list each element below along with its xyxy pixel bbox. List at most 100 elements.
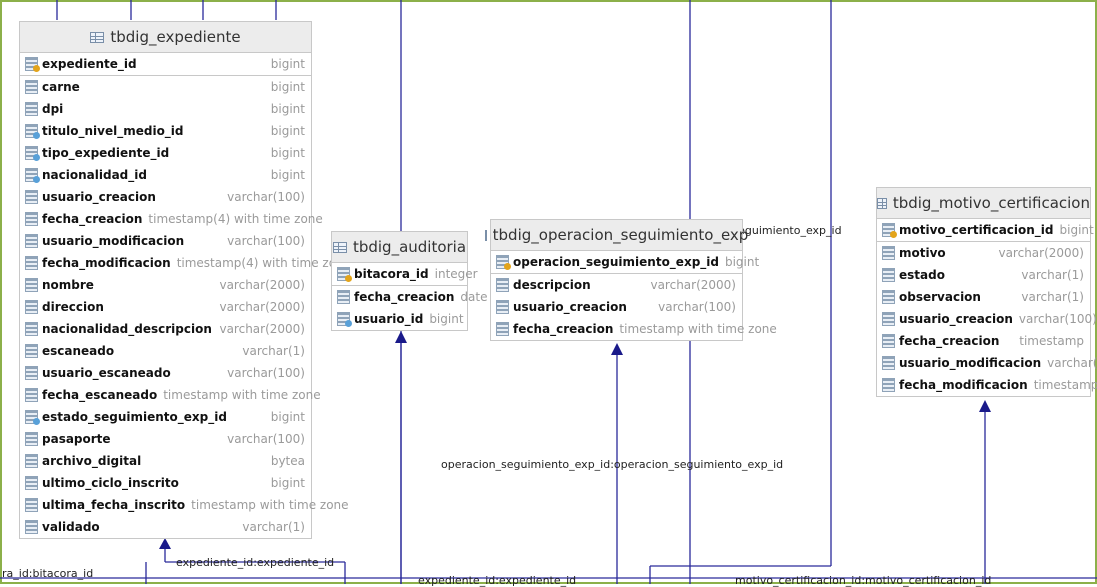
table-operacion-seguimiento[interactable]: tbdig_operacion_seguimiento_exp operacio…: [484, 219, 777, 341]
column-name: pasaporte: [42, 432, 111, 446]
column-name: usuario_creacion: [899, 312, 1013, 326]
table-column-row[interactable]: carne bigint: [20, 76, 311, 98]
table-column-row[interactable]: fecha_creacion date: [332, 286, 487, 308]
table-column-row[interactable]: validado varchar(1): [20, 516, 311, 538]
column-type: varchar(1): [1021, 268, 1084, 282]
column-type: date: [460, 290, 488, 304]
column-name: usuario_modificacion: [42, 234, 185, 248]
arrowhead: [611, 343, 623, 355]
table-column-row[interactable]: nombre varchar(2000): [20, 274, 311, 296]
table-column-row[interactable]: usuario_modificacion varchar(100): [20, 230, 311, 252]
column-name: fecha_escaneado: [42, 388, 158, 402]
diagram-canvas: estado_seguimiento_exp_id:estado_seguimi…: [0, 0, 1097, 587]
column-type: varchar(2000): [998, 246, 1084, 260]
table-expediente[interactable]: tbdig_expediente expediente_id bigint carn…: [19, 21, 351, 539]
column-type: bigint: [270, 80, 305, 94]
column-icon: [882, 268, 895, 282]
column-name: estado_seguimiento_exp_id: [42, 410, 227, 424]
table-column-row[interactable]: usuario_creacion varchar(100): [20, 186, 311, 208]
column-type: varchar(2000): [219, 278, 305, 292]
column-icon: [882, 312, 895, 326]
column-type: bigint: [270, 146, 305, 160]
column-name: validado: [42, 520, 100, 534]
table-column-row[interactable]: fecha_modificacion timestamp: [877, 374, 1097, 396]
table-column-row[interactable]: escaneado varchar(1): [20, 340, 311, 362]
column-type: varchar(100): [1018, 312, 1097, 326]
table-column-row[interactable]: archivo_digital bytea: [20, 450, 311, 472]
column-name: fecha_modificacion: [899, 378, 1028, 392]
foreign-key-icon: [25, 124, 40, 139]
relation-label: expediente_id:expediente_id: [176, 556, 335, 569]
table-column-row[interactable]: direccion varchar(2000): [20, 296, 311, 318]
column-icon: [337, 290, 350, 304]
foreign-key-icon: [25, 410, 40, 425]
table-header[interactable]: tbdig_auditoria: [332, 232, 467, 263]
table-column-row[interactable]: ultima_fecha_inscrito timestamp with time…: [20, 494, 349, 516]
column-name: usuario_creacion: [513, 300, 627, 314]
table-column-row[interactable]: usuario_escaneado varchar(100): [20, 362, 311, 384]
table-column-row[interactable]: motivo_certificacion_id bigint: [877, 219, 1094, 242]
table-column-row[interactable]: fecha_creacion timestamp with time zone: [491, 318, 777, 340]
column-type: bigint: [270, 410, 305, 424]
column-icon: [496, 300, 509, 314]
table-column-row[interactable]: expediente_id bigint: [20, 53, 311, 76]
table-icon: [877, 197, 887, 209]
column-type: bigint: [270, 168, 305, 182]
column-name: archivo_digital: [42, 454, 142, 468]
column-type: bigint: [1059, 223, 1094, 237]
table-motivo-certificacion[interactable]: tbdig_motivo_certificacion motivo_certif…: [876, 187, 1097, 397]
column-icon: [882, 378, 895, 392]
column-name: escaneado: [42, 344, 115, 358]
column-type: timestamp with time zone: [191, 498, 349, 512]
column-list: expediente_id bigint carne bigint dpi bigint t…: [20, 53, 351, 538]
relation-label: motivo_certificacion_id:motivo_certifica…: [735, 574, 992, 587]
table-column-row[interactable]: descripcion varchar(2000): [491, 274, 742, 296]
table-column-row[interactable]: ultimo_ciclo_inscrito bigint: [20, 472, 311, 494]
table-column-row[interactable]: fecha_creacion timestamp: [877, 330, 1090, 352]
table-column-row[interactable]: estado_seguimiento_exp_id bigint: [20, 406, 311, 428]
table-column-row[interactable]: nacionalidad_descripcion varchar(2000): [20, 318, 311, 340]
table-column-row[interactable]: tipo_expediente_id bigint: [20, 142, 311, 164]
table-header[interactable]: tbdig_motivo_certificacion: [877, 188, 1090, 219]
column-name: observacion: [899, 290, 981, 304]
column-icon: [496, 322, 509, 336]
column-name: nacionalidad_descripcion: [42, 322, 212, 336]
column-type: timestamp: [1019, 334, 1084, 348]
column-name: fecha_creacion: [354, 290, 455, 304]
table-column-row[interactable]: fecha_modificacion timestamp(4) with time…: [20, 252, 351, 274]
table-column-row[interactable]: observacion varchar(1): [877, 286, 1090, 308]
table-column-row[interactable]: estado varchar(1): [877, 264, 1090, 286]
column-type: bigint: [270, 124, 305, 138]
table-column-row[interactable]: usuario_creacion varchar(100): [877, 308, 1097, 330]
column-name: usuario_creacion: [42, 190, 156, 204]
column-name: nombre: [42, 278, 94, 292]
column-icon: [496, 278, 509, 292]
column-icon: [25, 344, 38, 358]
table-header[interactable]: tbdig_expediente: [20, 22, 311, 53]
table-column-row[interactable]: motivo varchar(2000): [877, 242, 1090, 264]
table-column-row[interactable]: usuario_modificacion varchar(100): [877, 352, 1097, 374]
table-column-row[interactable]: fecha_escaneado timestamp with time zone: [20, 384, 321, 406]
table-column-row[interactable]: pasaporte varchar(100): [20, 428, 311, 450]
table-column-row[interactable]: titulo_nivel_medio_id bigint: [20, 120, 311, 142]
column-type: varchar(100): [227, 234, 305, 248]
table-column-row[interactable]: usuario_id bigint: [332, 308, 467, 330]
table-column-row[interactable]: nacionalidad_id bigint: [20, 164, 311, 186]
table-auditoria[interactable]: tbdig_auditoria bitacora_id integer fecha_…: [331, 231, 487, 331]
table-column-row[interactable]: dpi bigint: [20, 98, 311, 120]
table-column-row[interactable]: fecha_creacion timestamp(4) with time zon…: [20, 208, 323, 230]
table-title: tbdig_auditoria: [352, 238, 467, 256]
column-name: fecha_creacion: [899, 334, 1000, 348]
column-type: timestamp with time zone: [163, 388, 321, 402]
table-header[interactable]: tbdig_operacion_seguimiento_exp: [484, 220, 748, 251]
table-column-row[interactable]: usuario_creacion varchar(100): [491, 296, 742, 318]
column-name: ultimo_ciclo_inscrito: [42, 476, 179, 490]
table-column-row[interactable]: operacion_seguimiento_exp_id bigint: [491, 251, 759, 274]
column-name: descripcion: [513, 278, 591, 292]
column-name: ultima_fecha_inscrito: [42, 498, 186, 512]
column-icon: [25, 520, 38, 534]
column-type: varchar(100): [658, 300, 736, 314]
table-column-row[interactable]: bitacora_id integer: [332, 263, 478, 286]
column-icon: [25, 388, 38, 402]
relation-label: operacion_seguimiento_exp_id:operacion_s…: [441, 458, 784, 471]
